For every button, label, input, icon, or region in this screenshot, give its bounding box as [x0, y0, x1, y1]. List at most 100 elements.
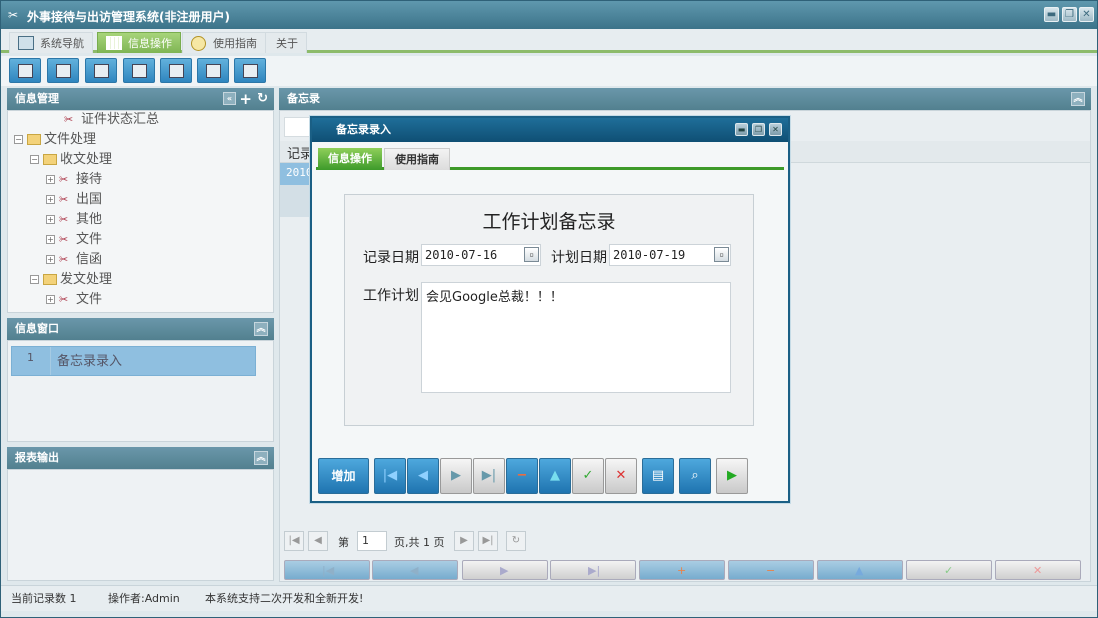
- first-page-icon[interactable]: |◀: [284, 531, 304, 551]
- calendar-icon[interactable]: ▫: [524, 247, 539, 262]
- edit-record-button[interactable]: ▲: [817, 560, 903, 580]
- tab-user-guide[interactable]: 使用指南: [384, 148, 450, 170]
- refresh-icon[interactable]: ↻: [257, 88, 268, 110]
- tree-item[interactable]: − 文件处理: [14, 131, 96, 149]
- search-button[interactable]: ⌕: [679, 458, 711, 494]
- record-count: 当前记录数 1: [11, 592, 77, 605]
- prev-record-button[interactable]: ◀: [372, 560, 458, 580]
- tab-info-ops[interactable]: 信息操作: [318, 148, 382, 170]
- add-button[interactable]: 增加: [318, 458, 369, 494]
- expand-icon[interactable]: +: [46, 295, 55, 304]
- dialog-tabs: 信息操作 使用指南: [316, 146, 784, 170]
- tree-item[interactable]: + ✂ 信函: [46, 251, 102, 269]
- status-bar: 当前记录数 1 操作者:Admin 本系统支持二次开发和全新开发!: [1, 585, 1097, 611]
- close-icon[interactable]: ✕: [1079, 7, 1094, 22]
- record-date-field[interactable]: 2010-07-16 ▫: [421, 244, 541, 266]
- plan-textarea[interactable]: 会见Google总裁！！！: [421, 282, 731, 393]
- record-date-label: 记录日期: [363, 250, 419, 266]
- next-icon: ▶: [451, 468, 461, 483]
- print-icon: [243, 64, 258, 78]
- tree-panel: ✂ 证件状态汇总 − 文件处理 − 收文处理 + ✂ 接待 + ✂ 出国 + ✂ 其他 + ✂ 文件 …: [7, 110, 274, 313]
- memo-header: 备忘录 ︽: [279, 88, 1091, 110]
- confirm-button[interactable]: ✓: [572, 458, 604, 494]
- print-button[interactable]: ▤: [642, 458, 674, 494]
- next-record-button[interactable]: ▶: [462, 560, 548, 580]
- add-icon[interactable]: +: [239, 88, 252, 110]
- close-icon[interactable]: ✕: [769, 123, 782, 136]
- last-record-button[interactable]: ▶|: [550, 560, 636, 580]
- collapse-icon[interactable]: −: [14, 135, 23, 144]
- maximize-icon[interactable]: ❐: [752, 123, 765, 136]
- collapse-left-icon[interactable]: «: [223, 92, 236, 105]
- first-record-button[interactable]: |◀: [284, 560, 370, 580]
- status-message: 本系统支持二次开发和全新开发!: [205, 592, 364, 605]
- delete-button[interactable]: −: [506, 458, 538, 494]
- expand-icon[interactable]: +: [46, 235, 55, 244]
- prev-page-icon[interactable]: ◀: [308, 531, 328, 551]
- window-button[interactable]: [160, 58, 192, 83]
- refresh-icon[interactable]: ↻: [506, 531, 526, 551]
- check-icon: ✓: [582, 468, 594, 483]
- expand-icon[interactable]: +: [46, 215, 55, 224]
- tree-item[interactable]: + ✂ 文件: [46, 291, 102, 309]
- tree-item[interactable]: + ✂ 其他: [46, 211, 102, 229]
- tree-item[interactable]: − 发文处理: [30, 271, 112, 289]
- report-panel: [7, 469, 274, 581]
- expand-icon[interactable]: +: [46, 195, 55, 204]
- next-page-icon[interactable]: ▶: [454, 531, 474, 551]
- divider: [50, 347, 51, 375]
- next-record-button[interactable]: ▶: [440, 458, 472, 494]
- collapse-icon[interactable]: −: [30, 155, 39, 164]
- last-page-icon[interactable]: ▶|: [478, 531, 498, 551]
- collapse-icon[interactable]: ︽: [254, 322, 268, 336]
- tree-item[interactable]: + ✂ 文件: [46, 231, 102, 249]
- list-item[interactable]: 1 备忘录录入: [11, 346, 256, 376]
- page-input[interactable]: 1: [357, 531, 387, 551]
- x-icon: ✕: [615, 468, 627, 483]
- collapse-icon[interactable]: ︽: [1071, 92, 1085, 106]
- tab-system-nav[interactable]: 系统导航: [9, 32, 93, 53]
- delete-record-button[interactable]: −: [728, 560, 814, 580]
- collapse-icon[interactable]: ︽: [254, 451, 268, 465]
- tab-label: 使用指南: [213, 37, 257, 50]
- maximize-icon[interactable]: ❐: [1062, 7, 1077, 22]
- expand-icon[interactable]: +: [46, 175, 55, 184]
- users-button[interactable]: [123, 58, 155, 83]
- search-icon: [18, 64, 33, 78]
- tree-item[interactable]: + ✂ 接待: [46, 171, 102, 189]
- first-record-button[interactable]: |◀: [374, 458, 406, 494]
- confirm-button[interactable]: ✓: [906, 560, 992, 580]
- cancel-button[interactable]: ✕: [605, 458, 637, 494]
- export-icon: [206, 64, 221, 78]
- document-button[interactable]: [85, 58, 117, 83]
- export-button[interactable]: [197, 58, 229, 83]
- tree-item[interactable]: − 收文处理: [30, 151, 112, 169]
- search-button[interactable]: [9, 58, 41, 83]
- print-button[interactable]: [234, 58, 266, 83]
- tool-icon: ✂: [59, 292, 69, 306]
- table-row[interactable]: 2010: [280, 163, 313, 185]
- add-record-button[interactable]: +: [639, 560, 725, 580]
- tab-user-guide[interactable]: 使用指南: [182, 32, 266, 53]
- menu-bar: 系统导航 信息操作 使用指南 关于: [1, 29, 1097, 53]
- title-bar: ✂ 外事接待与出访管理系统(非注册用户) ▬ ❐ ✕: [1, 1, 1097, 29]
- prev-icon: ◀: [418, 468, 428, 483]
- tab-info-ops[interactable]: 信息操作: [97, 32, 181, 53]
- minimize-icon[interactable]: ▬: [1044, 7, 1059, 22]
- edit-button[interactable]: ▲: [539, 458, 571, 494]
- expand-icon[interactable]: +: [46, 255, 55, 264]
- collapse-icon[interactable]: −: [30, 275, 39, 284]
- tab-about[interactable]: 关于: [265, 32, 307, 53]
- calendar-icon[interactable]: ▫: [714, 247, 729, 262]
- run-button[interactable]: ▶: [716, 458, 748, 494]
- last-icon: ▶|: [481, 468, 497, 483]
- minimize-icon[interactable]: ▬: [735, 123, 748, 136]
- prev-record-button[interactable]: ◀: [407, 458, 439, 494]
- last-record-button[interactable]: ▶|: [473, 458, 505, 494]
- open-button[interactable]: [47, 58, 79, 83]
- panel-title: 备忘录: [287, 92, 320, 105]
- cancel-button[interactable]: ✕: [995, 560, 1081, 580]
- tree-item[interactable]: + ✂ 出国: [46, 191, 102, 209]
- plan-date-field[interactable]: 2010-07-19 ▫: [609, 244, 731, 266]
- tree-item[interactable]: ✂ 证件状态汇总: [64, 111, 159, 129]
